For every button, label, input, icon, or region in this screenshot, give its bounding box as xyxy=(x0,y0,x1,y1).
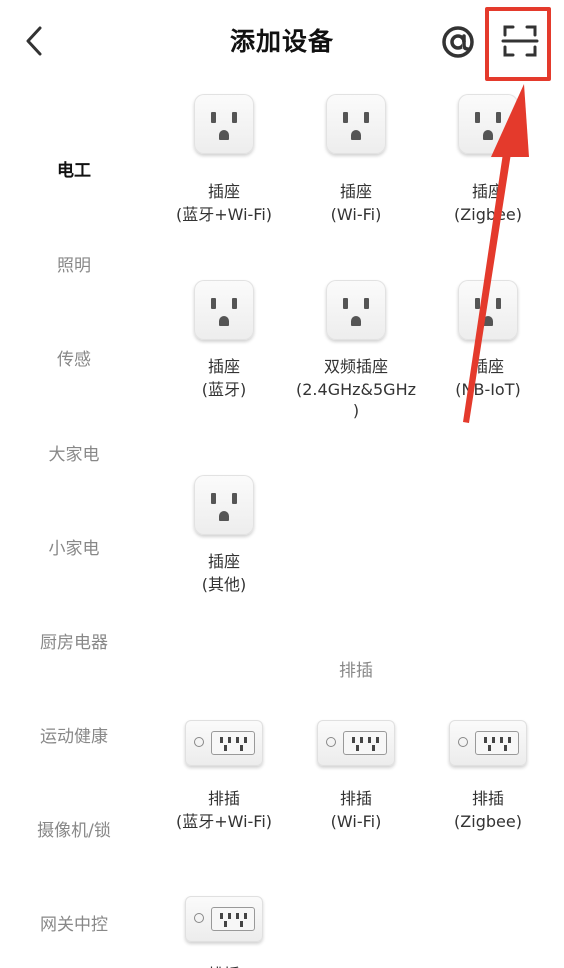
header-bar: 添加设备 xyxy=(0,0,564,84)
tile-label: 排插 xyxy=(339,789,372,808)
tile-label: 插座 xyxy=(207,182,240,201)
sidebar-item-gateway[interactable]: 网关中控 xyxy=(0,910,148,935)
at-icon[interactable] xyxy=(440,24,476,60)
tile-sublabel: (Wi-Fi) xyxy=(330,205,382,224)
tile-sublabel: (其他) xyxy=(201,575,247,594)
tile-sublabel: (NB-IoT) xyxy=(455,380,521,399)
socket-icon xyxy=(458,94,518,154)
socket-tile[interactable]: 插座 (蓝牙+Wi-Fi) xyxy=(158,94,290,230)
sidebar-item-kitchen[interactable]: 厨房电器 xyxy=(0,628,148,653)
tile-label: 排插 xyxy=(158,964,290,968)
tile-sublabel: (Zigbee) xyxy=(454,812,522,831)
power-strip-tile[interactable]: 排插 (Wi-Fi) xyxy=(290,718,422,848)
sidebar-item-sport-health[interactable]: 运动健康 xyxy=(0,722,148,747)
tile-sublabel: (蓝牙+Wi-Fi) xyxy=(175,205,273,224)
sidebar-item-small-appliance[interactable]: 小家电 xyxy=(0,534,148,559)
highlight-box xyxy=(485,7,551,81)
socket-icon xyxy=(194,280,254,340)
socket-tile[interactable]: 插座 (其他) xyxy=(158,475,290,605)
socket-icon xyxy=(326,94,386,154)
power-strip-tile[interactable]: 排插 (蓝牙+Wi-Fi) xyxy=(158,718,290,848)
page-title: 添加设备 xyxy=(229,27,334,56)
tile-label: 双频插座 xyxy=(323,357,388,376)
sidebar-item-camera-lock[interactable]: 摄像机/锁 xyxy=(0,816,148,841)
socket-tile[interactable]: 插座 (蓝牙) xyxy=(158,280,290,430)
tile-label: 插座 xyxy=(339,182,372,201)
tile-sublabel: (2.4GHz&5GHz xyxy=(296,380,416,399)
sidebar-item-large-appliance[interactable]: 大家电 xyxy=(0,440,148,465)
tile-sublabel: ) xyxy=(352,401,360,420)
tile-label: 插座 xyxy=(471,357,504,376)
tile-label: 插座 xyxy=(207,552,240,571)
device-grid: 插座 (蓝牙+Wi-Fi) 插座 (Wi-Fi) 插座 (Zigbee) 插座 … xyxy=(158,94,564,968)
socket-tile[interactable]: 插座 (NB-IoT) xyxy=(422,280,554,430)
section-title: 排插 xyxy=(339,661,373,681)
tile-sublabel: (蓝牙) xyxy=(201,380,247,399)
socket-icon xyxy=(194,475,254,535)
sidebar-item-electrician[interactable]: 电工 xyxy=(0,156,148,181)
category-sidebar: 电工 照明 传感 大家电 小家电 厨房电器 运动健康 摄像机/锁 网关中控 xyxy=(0,100,148,968)
power-strip-tile[interactable]: 排插 xyxy=(158,894,290,968)
power-strip-icon xyxy=(317,720,395,766)
tile-label: 排插 xyxy=(207,789,240,808)
socket-icon xyxy=(458,280,518,340)
tile-label: 排插 xyxy=(471,789,504,808)
tile-sublabel: (Wi-Fi) xyxy=(330,812,382,831)
socket-tile[interactable]: 插座 (Zigbee) xyxy=(422,94,554,230)
tile-sublabel: (蓝牙+Wi-Fi) xyxy=(175,812,273,831)
power-strip-icon xyxy=(185,896,263,942)
socket-icon xyxy=(326,280,386,340)
socket-tile[interactable]: 双频插座 (2.4GHz&5GHz ) xyxy=(290,280,422,430)
socket-icon xyxy=(194,94,254,154)
socket-tile[interactable]: 插座 (Wi-Fi) xyxy=(290,94,422,230)
tile-label: 插座 xyxy=(471,182,504,201)
power-strip-icon xyxy=(449,720,527,766)
tile-label: 插座 xyxy=(207,357,240,376)
power-strip-icon xyxy=(185,720,263,766)
sidebar-item-lighting[interactable]: 照明 xyxy=(0,251,148,276)
sidebar-item-sensor[interactable]: 传感 xyxy=(0,345,148,370)
tile-sublabel: (Zigbee) xyxy=(454,205,522,224)
power-strip-tile[interactable]: 排插 (Zigbee) xyxy=(422,718,554,848)
